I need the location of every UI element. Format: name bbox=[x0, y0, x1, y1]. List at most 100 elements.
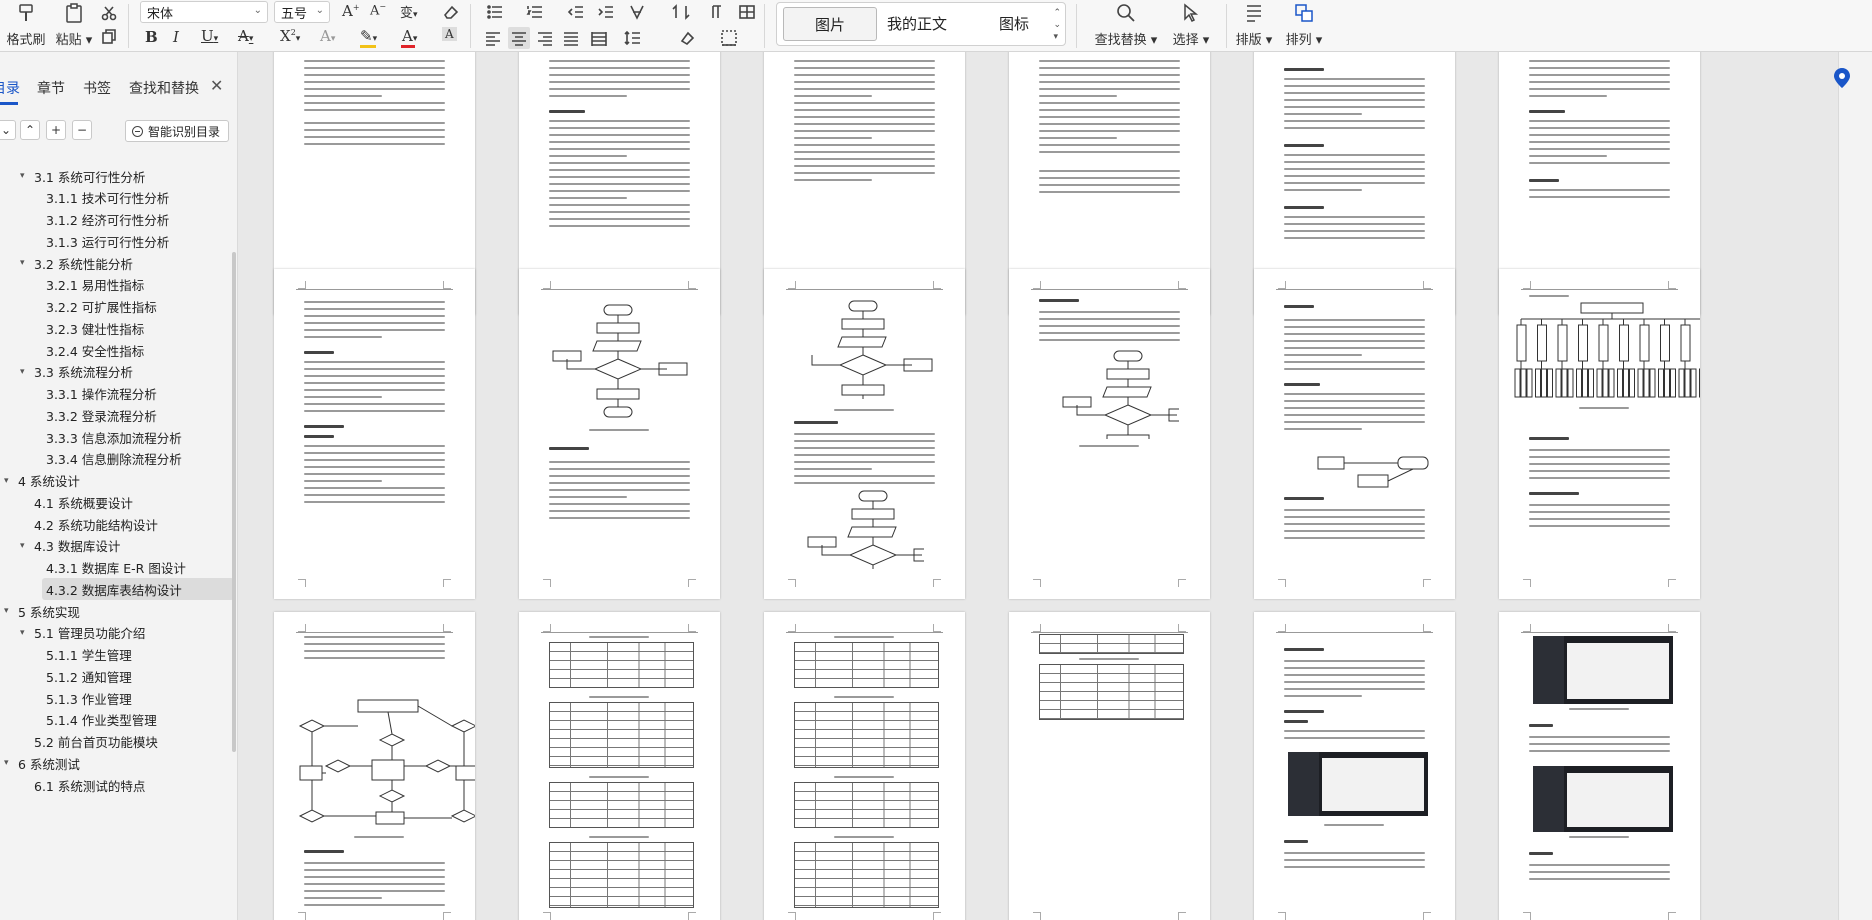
toc-item[interactable]: 4.3.2 数据库表结构设计 bbox=[42, 578, 234, 601]
chinese-layout-icon[interactable] bbox=[626, 3, 648, 21]
format-painter-button[interactable]: 格式刷 bbox=[0, 0, 52, 52]
eraser-icon[interactable] bbox=[442, 3, 460, 21]
toc-item[interactable]: 3.1.3 运行可行性分析 bbox=[42, 230, 234, 252]
tab-chapters[interactable]: 章节 bbox=[37, 78, 65, 98]
tab-toc[interactable]: 目录 bbox=[0, 78, 20, 98]
grow-font-icon[interactable]: A+ bbox=[342, 2, 360, 20]
toc-item[interactable]: 3.3.2 登录流程分析 bbox=[42, 404, 234, 426]
align-center-icon[interactable] bbox=[508, 27, 530, 49]
distribute-icon[interactable] bbox=[590, 29, 608, 47]
expand-triangle-icon[interactable]: ▾ bbox=[4, 758, 18, 768]
remove-heading-button[interactable]: − bbox=[72, 120, 92, 140]
align-left-icon[interactable] bbox=[484, 29, 502, 47]
toc-item[interactable]: ▾ 3.2 系统性能分析 bbox=[16, 252, 228, 274]
page-thumbnail[interactable] bbox=[1009, 612, 1210, 920]
superscript-icon[interactable]: X2▾ bbox=[280, 27, 300, 45]
paste-button[interactable]: 粘贴 ▾ bbox=[50, 0, 98, 52]
page-thumbnail[interactable] bbox=[274, 269, 475, 599]
bold-icon[interactable]: B bbox=[145, 28, 158, 46]
phonetic-icon[interactable]: 变▾ bbox=[400, 2, 418, 21]
toc-item[interactable]: 3.3.4 信息删除流程分析 bbox=[42, 448, 234, 470]
line-spacing-icon[interactable] bbox=[622, 29, 644, 47]
tab-find-replace[interactable]: 查找和替换 bbox=[129, 78, 199, 98]
collapse-all-button[interactable]: ⌄ bbox=[0, 120, 16, 140]
toc-item[interactable]: 5.2 前台首页功能模块 bbox=[16, 731, 228, 753]
expand-triangle-icon[interactable]: ▾ bbox=[20, 628, 34, 638]
toc-item[interactable]: ▾ 5.1 管理员功能介绍 bbox=[16, 622, 228, 644]
toc-item[interactable]: 5.1.4 作业类型管理 bbox=[42, 709, 234, 731]
smart-toc-button[interactable]: 智能识别目录 bbox=[125, 120, 229, 142]
toc-item[interactable]: 3.3.3 信息添加流程分析 bbox=[42, 426, 234, 448]
bullet-list-icon[interactable] bbox=[484, 3, 506, 21]
toc-item[interactable]: ▾ 4 系统设计 bbox=[0, 470, 228, 492]
page-thumbnail[interactable] bbox=[519, 269, 720, 599]
expand-triangle-icon[interactable]: ▾ bbox=[20, 258, 34, 268]
toc-item[interactable]: 5.1.1 学生管理 bbox=[42, 644, 234, 666]
styles-scroll-arrows[interactable]: ⌃ ⌄ ▾ bbox=[1053, 7, 1061, 43]
numbered-list-icon[interactable] bbox=[524, 3, 546, 21]
page-thumbnail[interactable] bbox=[274, 612, 475, 920]
tab-bookmarks[interactable]: 书签 bbox=[83, 78, 111, 98]
arrange-button[interactable]: 排列 ▾ bbox=[1278, 0, 1330, 52]
text-effect-icon[interactable]: A▾ bbox=[320, 27, 335, 45]
toc-item[interactable]: ▾ 4.3 数据库设计 bbox=[16, 535, 228, 557]
strikethrough-icon[interactable]: A▾ bbox=[238, 27, 253, 45]
style-picture[interactable]: 图片 bbox=[783, 7, 877, 41]
toc-item[interactable]: 3.2.1 易用性指标 bbox=[42, 274, 234, 296]
page-thumbnail[interactable] bbox=[1499, 612, 1700, 920]
toc-item[interactable]: ▾ 3.3 系统流程分析 bbox=[16, 361, 228, 383]
toc-item[interactable]: 4.2 系统功能结构设计 bbox=[16, 513, 228, 535]
decrease-indent-icon[interactable] bbox=[566, 3, 586, 21]
expand-up-button[interactable]: ⌃ bbox=[20, 120, 40, 140]
location-pin-icon[interactable] bbox=[1832, 66, 1852, 90]
page-thumbnails-area[interactable] bbox=[238, 52, 1838, 920]
find-replace-button[interactable]: 查找替换 ▾ bbox=[1086, 0, 1166, 52]
select-button[interactable]: 选择 ▾ bbox=[1162, 0, 1220, 52]
nav-scrollbar[interactable] bbox=[232, 252, 236, 752]
toc-item[interactable]: 3.2.4 安全性指标 bbox=[42, 339, 234, 361]
expand-triangle-icon[interactable]: ▾ bbox=[4, 476, 18, 486]
border-icon[interactable] bbox=[718, 29, 740, 47]
layout-button[interactable]: 排版 ▾ bbox=[1228, 0, 1280, 52]
page-thumbnail[interactable] bbox=[764, 269, 965, 599]
toc-item[interactable]: 3.1.1 技术可行性分析 bbox=[42, 187, 234, 209]
close-icon[interactable]: ✕ bbox=[210, 76, 223, 95]
toc-item[interactable]: 4.3.1 数据库 E-R 图设计 bbox=[42, 557, 234, 579]
expand-triangle-icon[interactable]: ▾ bbox=[20, 171, 34, 181]
char-shading-icon[interactable]: A bbox=[442, 27, 457, 41]
font-color-icon[interactable]: A▾ bbox=[402, 27, 417, 45]
table-grid-icon[interactable] bbox=[736, 3, 758, 21]
page-thumbnail[interactable] bbox=[1009, 269, 1210, 599]
toc-item[interactable]: 3.2.3 健壮性指标 bbox=[42, 317, 234, 339]
expand-triangle-icon[interactable]: ▾ bbox=[4, 606, 18, 616]
toc-item[interactable]: 3.2.2 可扩展性指标 bbox=[42, 296, 234, 318]
toc-item[interactable]: 4.1 系统概要设计 bbox=[16, 491, 228, 513]
toc-item[interactable]: ▾ 6 系统测试 bbox=[0, 752, 228, 774]
cut-icon[interactable] bbox=[100, 4, 118, 22]
font-size-select[interactable]: 五号 ⌄ bbox=[274, 1, 330, 23]
page-thumbnail[interactable] bbox=[764, 612, 965, 920]
shading-icon[interactable] bbox=[676, 29, 698, 47]
page-thumbnail[interactable] bbox=[1254, 612, 1455, 920]
justify-icon[interactable] bbox=[562, 29, 580, 47]
page-thumbnail[interactable] bbox=[1499, 269, 1700, 599]
font-name-select[interactable]: 宋体 ⌄ bbox=[140, 1, 268, 23]
italic-icon[interactable]: I bbox=[173, 28, 179, 46]
highlight-icon[interactable]: ✎▾ bbox=[360, 27, 377, 45]
style-my-body[interactable]: 我的正文 bbox=[887, 13, 947, 34]
toc-item[interactable]: 5.1.2 通知管理 bbox=[42, 665, 234, 687]
toc-item[interactable]: 6.1 系统测试的特点 bbox=[16, 774, 228, 796]
style-icon[interactable]: 图标 bbox=[999, 13, 1029, 34]
toc-item[interactable]: ▾ 3.1 系统可行性分析 bbox=[16, 165, 228, 187]
show-marks-icon[interactable] bbox=[706, 3, 728, 21]
sort-icon[interactable] bbox=[670, 3, 692, 21]
toc-item[interactable]: 3.1.2 经济可行性分析 bbox=[42, 209, 234, 231]
toc-item[interactable]: 3.3.1 操作流程分析 bbox=[42, 383, 234, 405]
page-thumbnail[interactable] bbox=[1254, 269, 1455, 599]
copy-icon[interactable] bbox=[100, 28, 118, 46]
shrink-font-icon[interactable]: A− bbox=[370, 2, 386, 18]
expand-triangle-icon[interactable]: ▾ bbox=[20, 541, 34, 551]
increase-indent-icon[interactable] bbox=[596, 3, 616, 21]
page-thumbnail[interactable] bbox=[519, 612, 720, 920]
underline-icon[interactable]: U▾ bbox=[201, 27, 218, 45]
